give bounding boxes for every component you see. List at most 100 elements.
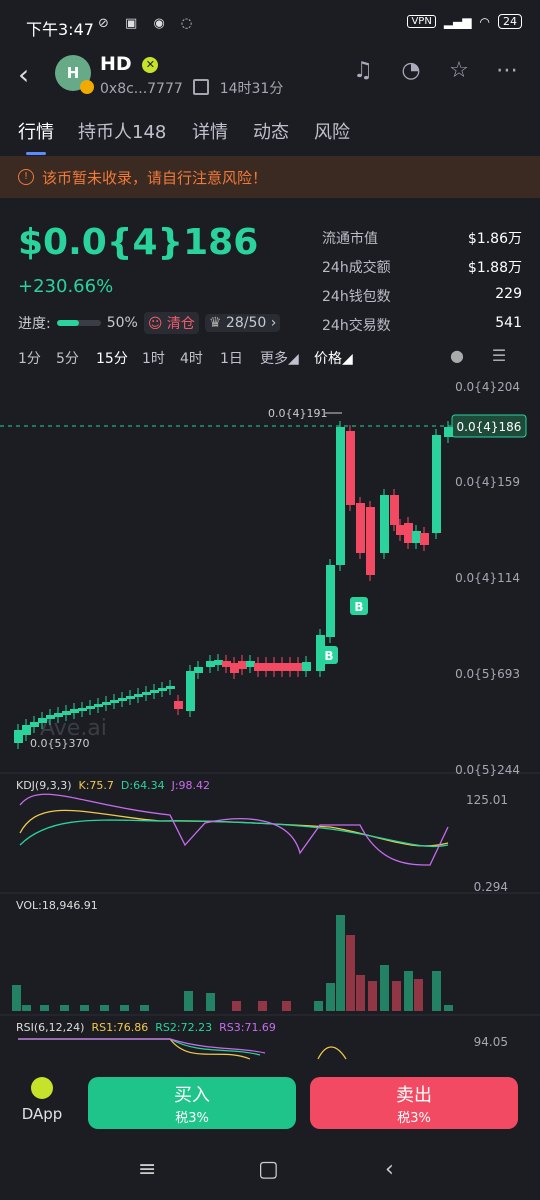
candle-body <box>302 662 311 671</box>
clear-position-label: 清仓 <box>166 316 195 332</box>
indicator-icon[interactable]: ● <box>446 346 468 368</box>
candle-body <box>94 704 103 707</box>
header-actions: ♫ ◔ ☆ ⋯ <box>350 58 520 84</box>
candle-body <box>206 661 215 667</box>
volume-bar <box>356 975 365 1011</box>
tab-activity[interactable]: 动态 <box>253 118 289 144</box>
price-toggle[interactable]: 价格◢ <box>314 348 353 368</box>
rsi-rs1: RS1:76.86 <box>91 1021 149 1034</box>
crown-tag[interactable]: ♛ 28/50 › <box>204 314 281 332</box>
stat-label: 24h钱包数 <box>322 289 391 305</box>
chain-badge-icon <box>80 80 94 94</box>
candle-body <box>126 696 135 699</box>
tab-holders[interactable]: 持币人148 <box>78 118 166 144</box>
bottom-action-bar: DApp 买入 税3% 卖出 税3% ≡ ▢ ‹ <box>0 1065 540 1200</box>
tab-risk[interactable]: 风险 <box>314 118 350 144</box>
settings-icon[interactable]: ☰ <box>488 346 510 368</box>
candle-body <box>254 663 263 671</box>
sell-button[interactable]: 卖出 税3% <box>310 1077 518 1129</box>
volume-bar <box>140 1005 149 1011</box>
token-address[interactable]: 0x8c...7777 <box>100 81 183 97</box>
interval-15m[interactable]: 15分 <box>96 348 128 368</box>
star-icon[interactable]: ☆ <box>446 58 472 84</box>
sell-label: 卖出 <box>396 1085 432 1106</box>
candle-body <box>174 701 183 709</box>
candle-body <box>30 722 39 727</box>
gauge-icon[interactable]: ◔ <box>398 58 424 84</box>
back-nav-icon[interactable]: ‹ <box>385 1157 394 1182</box>
candle-body <box>278 663 287 671</box>
candle-body <box>142 692 151 695</box>
volume-bar <box>258 1001 267 1011</box>
back-icon[interactable]: ‹ <box>18 58 29 91</box>
interval-4h[interactable]: 4时 <box>180 348 203 368</box>
volume-bar <box>346 935 355 1011</box>
clear-position-tag[interactable]: ☺ 清仓 <box>143 312 199 334</box>
dapp-icon <box>31 1077 53 1099</box>
volume-bar <box>206 993 215 1011</box>
stat-value: 229 <box>495 286 522 302</box>
rsi-title: RSI(6,12,24) <box>16 1021 85 1034</box>
interval-5m[interactable]: 5分 <box>56 348 79 368</box>
more-icon[interactable]: ⋯ <box>494 58 520 84</box>
chef-icon: ☺ <box>147 316 163 332</box>
rsi-rs3: RS3:71.69 <box>219 1021 276 1034</box>
bell-icon[interactable]: ♫ <box>350 58 376 84</box>
candle-body <box>444 427 453 437</box>
price-axis-label: 0.0{5}244 <box>455 763 520 777</box>
interval-1h[interactable]: 1时 <box>142 348 165 368</box>
candle-body <box>214 660 223 665</box>
price-chart[interactable]: 0.0{4}186 0.0{4}191 0.0{5}370 Ave.ai B B 0.0{… <box>0 375 540 1085</box>
interval-more[interactable]: 更多◢ <box>260 348 299 368</box>
warning-text: 该币暂未收录，请自行注意风险！ <box>42 169 268 187</box>
candle-body <box>102 702 111 705</box>
token-name-text: HD <box>100 53 132 75</box>
vol-legend: VOL:18,946.91 <box>16 899 98 912</box>
tab-details[interactable]: 详情 <box>192 118 228 144</box>
dapp-button[interactable]: DApp <box>20 1077 64 1123</box>
candle-body <box>262 663 271 671</box>
interval-1m[interactable]: 1分 <box>18 348 41 368</box>
rsi-rs1-line <box>18 1038 251 1060</box>
volume-bar <box>432 971 441 1011</box>
candle-body <box>158 688 167 691</box>
price-toggle-label: 价格 <box>314 351 342 367</box>
menu-nav-icon[interactable]: ≡ <box>138 1157 156 1182</box>
current-price: $0.0{4}186 <box>18 222 259 263</box>
volume-bar <box>392 981 401 1011</box>
token-address-row: 0x8c...7777 14时31分 <box>100 78 283 98</box>
stat-label: 流通市值 <box>322 231 378 247</box>
volume-bar <box>380 965 389 1011</box>
system-nav-bar: ≡ ▢ ‹ <box>0 1145 540 1200</box>
rsi-axis-top: 94.05 <box>473 1035 508 1049</box>
candle-body <box>22 725 31 735</box>
progress-row: 进度: 50% ☺ 清仓 ♛ 28/50 › <box>18 312 281 334</box>
candle-body <box>78 708 87 711</box>
chart-tool-icons: ● ☰ <box>446 346 510 368</box>
status-time: 下午3:47 <box>26 20 94 39</box>
candle-body <box>222 661 231 667</box>
copy-icon[interactable] <box>193 79 210 95</box>
kdj-axis-bottom: 0.294 <box>473 880 508 894</box>
buy-button[interactable]: 买入 税3% <box>88 1077 296 1129</box>
wifi-icon: ◠ <box>479 14 490 29</box>
volume-bar <box>404 971 413 1011</box>
home-nav-icon[interactable]: ▢ <box>258 1157 279 1182</box>
candle-body <box>432 435 441 533</box>
progress-label: 进度: <box>18 316 51 332</box>
candle-body <box>396 525 405 535</box>
notification-icons: ⊘ ▣ ◉ ◌ <box>98 16 199 31</box>
interval-1d[interactable]: 1日 <box>220 348 243 368</box>
battery-icon: 24 <box>498 14 522 29</box>
volume-bar <box>12 985 21 1011</box>
candle-body <box>238 661 247 669</box>
price-axis-label: 0.0{4}114 <box>455 571 520 585</box>
candle-body <box>294 663 303 671</box>
rsi-rs2: RS2:72.23 <box>155 1021 213 1034</box>
crown-count: 28/50 <box>225 315 267 331</box>
candle-body <box>150 690 159 693</box>
stat-row: 24h成交额 $1.88万 <box>322 257 522 286</box>
stat-label: 24h交易数 <box>322 318 391 334</box>
tab-market[interactable]: 行情 <box>18 118 54 144</box>
status-right: VPN ▂▄▆ ◠ 24 <box>407 14 522 29</box>
